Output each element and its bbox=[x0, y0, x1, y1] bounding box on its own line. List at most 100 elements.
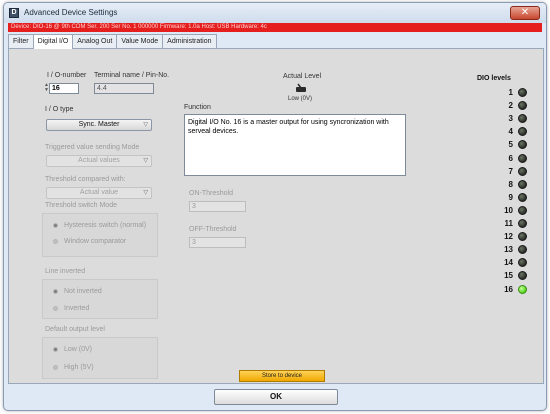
dio-level-row: 13 bbox=[489, 244, 529, 256]
advanced-device-settings-window: D Advanced Device Settings ✕ Device: DIO… bbox=[3, 2, 547, 411]
led-off-indicator bbox=[518, 140, 527, 150]
dio-level-number: 2 bbox=[508, 101, 513, 111]
dio-level-number: 9 bbox=[508, 192, 513, 202]
triggered-mode-label: Triggered value sending Mode bbox=[45, 144, 140, 151]
radio-dot bbox=[53, 346, 58, 352]
radio-label: Not inverted bbox=[64, 288, 102, 295]
radio-hysteresis[interactable]: Hysteresis switch (normal) bbox=[53, 222, 146, 229]
radio-not-inverted[interactable]: Not inverted bbox=[53, 288, 102, 295]
dio-level-number: 6 bbox=[508, 153, 513, 163]
actual-level-value: Low (0V) bbox=[288, 96, 313, 102]
radio-dot bbox=[53, 222, 58, 228]
dio-level-row: 3 bbox=[489, 113, 529, 125]
dio-level-row: 6 bbox=[489, 153, 529, 165]
led-off-indicator bbox=[518, 258, 527, 268]
led-off-indicator bbox=[518, 192, 527, 202]
tab-administration[interactable]: Administration bbox=[162, 34, 217, 48]
line-inverted-group: Not inverted Inverted bbox=[42, 279, 158, 319]
led-on-indicator bbox=[518, 284, 527, 294]
dio-level-row: 14 bbox=[489, 257, 529, 269]
led-off-indicator bbox=[518, 114, 527, 124]
dio-level-row: 2 bbox=[489, 100, 529, 112]
tab-filter[interactable]: Filter bbox=[8, 34, 34, 48]
default-output-group: Low (0V) High (5V) bbox=[42, 337, 158, 379]
dio-level-number: 8 bbox=[508, 179, 513, 189]
radio-high[interactable]: High (5V) bbox=[53, 364, 94, 371]
chevron-down-icon: ▽ bbox=[143, 158, 148, 164]
threshold-switch-group: Hysteresis switch (normal) Window compar… bbox=[42, 213, 158, 257]
dio-level-row: 7 bbox=[489, 166, 529, 178]
function-text: Digital I/O No. 16 is a master output fo… bbox=[184, 114, 406, 176]
store-to-device-button[interactable]: Store to device bbox=[239, 370, 325, 382]
radio-low[interactable]: Low (0V) bbox=[53, 346, 92, 353]
dio-level-number: 11 bbox=[504, 219, 513, 228]
radio-window-comparator[interactable]: Window comparator bbox=[53, 238, 126, 245]
led-off-indicator bbox=[518, 88, 527, 97]
dio-level-row: 5 bbox=[489, 139, 529, 151]
led-off-indicator bbox=[518, 245, 527, 255]
threshold-switch-label: Threshold switch Mode bbox=[45, 202, 117, 209]
dio-level-number: 16 bbox=[504, 284, 513, 294]
app-icon: D bbox=[9, 8, 19, 18]
line-inverted-label: Line inverted bbox=[45, 268, 86, 275]
default-output-label: Default output level bbox=[45, 326, 105, 333]
io-number-input[interactable]: 16 bbox=[49, 83, 79, 94]
led-off-indicator bbox=[518, 232, 527, 242]
dio-level-number: 10 bbox=[504, 205, 513, 215]
dio-level-row: 12 bbox=[489, 231, 529, 243]
close-button[interactable]: ✕ bbox=[510, 6, 540, 20]
dio-level-row: 16 bbox=[489, 284, 529, 296]
io-number-spinner[interactable]: ▲ ▼ bbox=[44, 83, 49, 94]
dio-level-row: 4 bbox=[489, 126, 529, 138]
dio-level-number: 7 bbox=[508, 166, 513, 176]
io-type-dropdown[interactable]: Sync. Master ▽ bbox=[46, 119, 152, 131]
device-status-bar: Device: DIO-16 @ 9th COM Ser. 200 Ser No… bbox=[8, 23, 542, 32]
radio-label: Hysteresis switch (normal) bbox=[64, 222, 147, 229]
triggered-mode-value: Actual values bbox=[78, 157, 120, 164]
radio-inverted[interactable]: Inverted bbox=[53, 305, 89, 312]
on-threshold-input[interactable]: 3 bbox=[189, 201, 246, 212]
title-bar: D Advanced Device Settings ✕ bbox=[4, 3, 546, 23]
on-threshold-label: ON-Threshold bbox=[189, 190, 233, 197]
radio-dot bbox=[53, 288, 58, 294]
chevron-down-icon: ▽ bbox=[143, 190, 148, 196]
level-switch-icon bbox=[296, 83, 306, 92]
dio-level-row: 11 bbox=[489, 218, 529, 230]
ok-button[interactable]: OK bbox=[214, 389, 338, 405]
tab-bar: Filter Digital I/O Analog Out Value Mode… bbox=[8, 34, 217, 49]
actual-level-label: Actual Level bbox=[283, 73, 322, 80]
tab-value-mode[interactable]: Value Mode bbox=[116, 34, 164, 48]
tab-digital-io[interactable]: Digital I/O bbox=[32, 34, 74, 49]
threshold-compared-value: Actual value bbox=[79, 189, 119, 196]
triggered-mode-dropdown[interactable]: Actual values ▽ bbox=[46, 155, 152, 167]
window-title: Advanced Device Settings bbox=[24, 8, 118, 17]
off-threshold-input[interactable]: 3 bbox=[189, 237, 246, 248]
dio-level-number: 13 bbox=[504, 245, 513, 255]
off-threshold-label: OFF-Threshold bbox=[189, 226, 237, 233]
radio-label: High (5V) bbox=[64, 364, 94, 371]
terminal-field: 4.4 bbox=[94, 83, 154, 94]
threshold-compared-label: Threshold compared with: bbox=[45, 176, 126, 183]
terminal-label: Terminal name / Pin-No. bbox=[94, 72, 170, 79]
tab-analog-out[interactable]: Analog Out bbox=[72, 34, 118, 48]
dio-level-number: 15 bbox=[504, 271, 513, 281]
dio-level-number: 3 bbox=[508, 114, 513, 124]
led-off-indicator bbox=[518, 127, 527, 137]
threshold-compared-dropdown[interactable]: Actual value ▽ bbox=[46, 187, 152, 199]
radio-label: Window comparator bbox=[64, 238, 127, 245]
dio-level-row: 8 bbox=[489, 179, 529, 191]
dio-level-number: 1 bbox=[508, 88, 513, 97]
radio-dot bbox=[53, 305, 58, 311]
io-number-label: I / O-number bbox=[47, 72, 87, 79]
led-off-indicator bbox=[518, 219, 527, 228]
dio-level-number: 5 bbox=[508, 140, 513, 150]
led-off-indicator bbox=[518, 179, 527, 189]
dio-level-number: 14 bbox=[504, 258, 513, 268]
radio-dot bbox=[53, 364, 58, 370]
dio-level-row: 1 bbox=[489, 87, 529, 99]
dio-levels-title: DIO levels bbox=[477, 75, 511, 82]
dio-level-number: 4 bbox=[508, 127, 513, 137]
led-off-indicator bbox=[518, 101, 527, 111]
radio-dot bbox=[53, 238, 58, 244]
dio-level-number: 12 bbox=[504, 232, 513, 242]
